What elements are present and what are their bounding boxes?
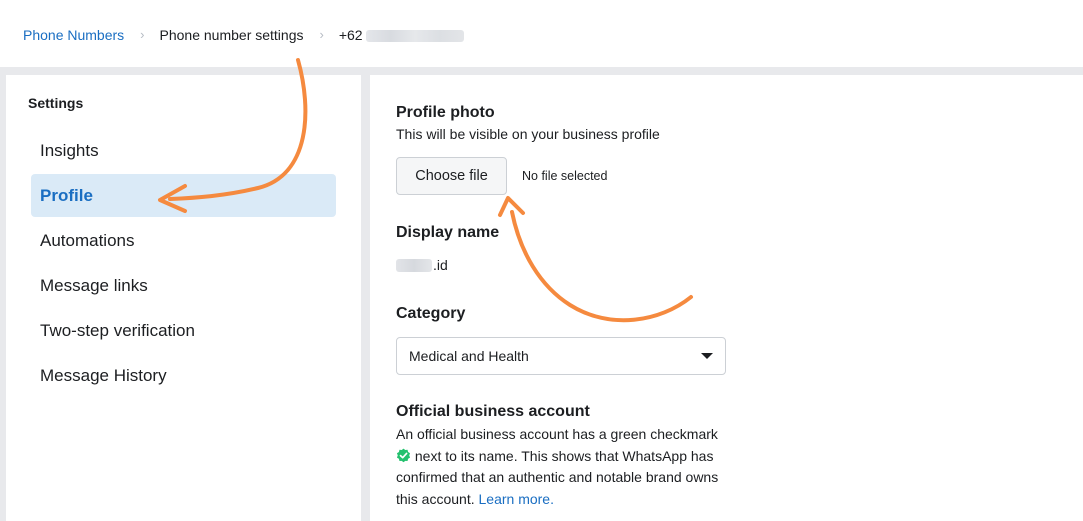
sidebar-item-label: Two-step verification xyxy=(40,320,195,340)
learn-more-link[interactable]: Learn more. xyxy=(479,491,554,507)
official-text-after: next to its name. This shows that WhatsA… xyxy=(396,447,719,507)
chevron-right-icon: › xyxy=(140,27,145,42)
sidebar-item-label: Message links xyxy=(40,275,148,295)
official-text-before: An official business account has a green… xyxy=(396,426,718,442)
official-account-description: An official business account has a green… xyxy=(396,424,726,510)
official-account-heading: Official business account xyxy=(396,403,590,420)
sidebar-item-label: Profile xyxy=(40,185,93,205)
choose-file-button[interactable]: Choose file xyxy=(396,157,507,195)
breadcrumb: Phone Numbers › Phone number settings › … xyxy=(23,25,464,45)
sidebar-item-label: Automations xyxy=(40,230,135,250)
verified-check-icon xyxy=(396,448,411,462)
sidebar-item-insights[interactable]: Insights xyxy=(31,129,336,172)
profile-photo-description: This will be visible on your business pr… xyxy=(396,126,660,142)
settings-sidebar: Settings Insights Profile Automations Me… xyxy=(6,75,361,521)
phone-number-prefix: +62 xyxy=(338,27,363,43)
display-name-value: .id xyxy=(396,257,448,273)
breadcrumb-phone-number: +62 xyxy=(339,25,464,45)
sidebar-item-label: Insights xyxy=(40,140,99,160)
redacted-display-name xyxy=(396,258,432,272)
sidebar-item-automations[interactable]: Automations xyxy=(31,219,336,262)
breadcrumb-phone-numbers[interactable]: Phone Numbers xyxy=(23,25,124,45)
category-selected-value: Medical and Health xyxy=(409,348,529,364)
sidebar-item-message-links[interactable]: Message links xyxy=(31,264,336,307)
redacted-phone-number xyxy=(365,30,464,43)
sidebar-item-label: Message History xyxy=(40,365,167,385)
breadcrumb-phone-number-settings[interactable]: Phone number settings xyxy=(160,25,304,45)
profile-photo-heading: Profile photo xyxy=(396,104,495,121)
caret-down-icon xyxy=(701,353,713,359)
category-select[interactable]: Medical and Health xyxy=(396,337,726,375)
sidebar-item-message-history[interactable]: Message History xyxy=(31,354,336,397)
profile-settings-panel: Profile photo This will be visible on yo… xyxy=(370,75,1083,521)
top-bar: Phone Numbers › Phone number settings › … xyxy=(0,0,1083,67)
display-name-heading: Display name xyxy=(396,224,500,241)
sidebar-title: Settings xyxy=(28,95,84,111)
file-status-text: No file selected xyxy=(522,169,608,183)
sidebar-item-two-step-verification[interactable]: Two-step verification xyxy=(31,309,336,352)
sidebar-item-profile[interactable]: Profile xyxy=(31,174,336,217)
category-heading: Category xyxy=(396,305,466,322)
display-name-suffix: .id xyxy=(433,257,448,273)
chevron-right-icon: › xyxy=(319,27,324,42)
